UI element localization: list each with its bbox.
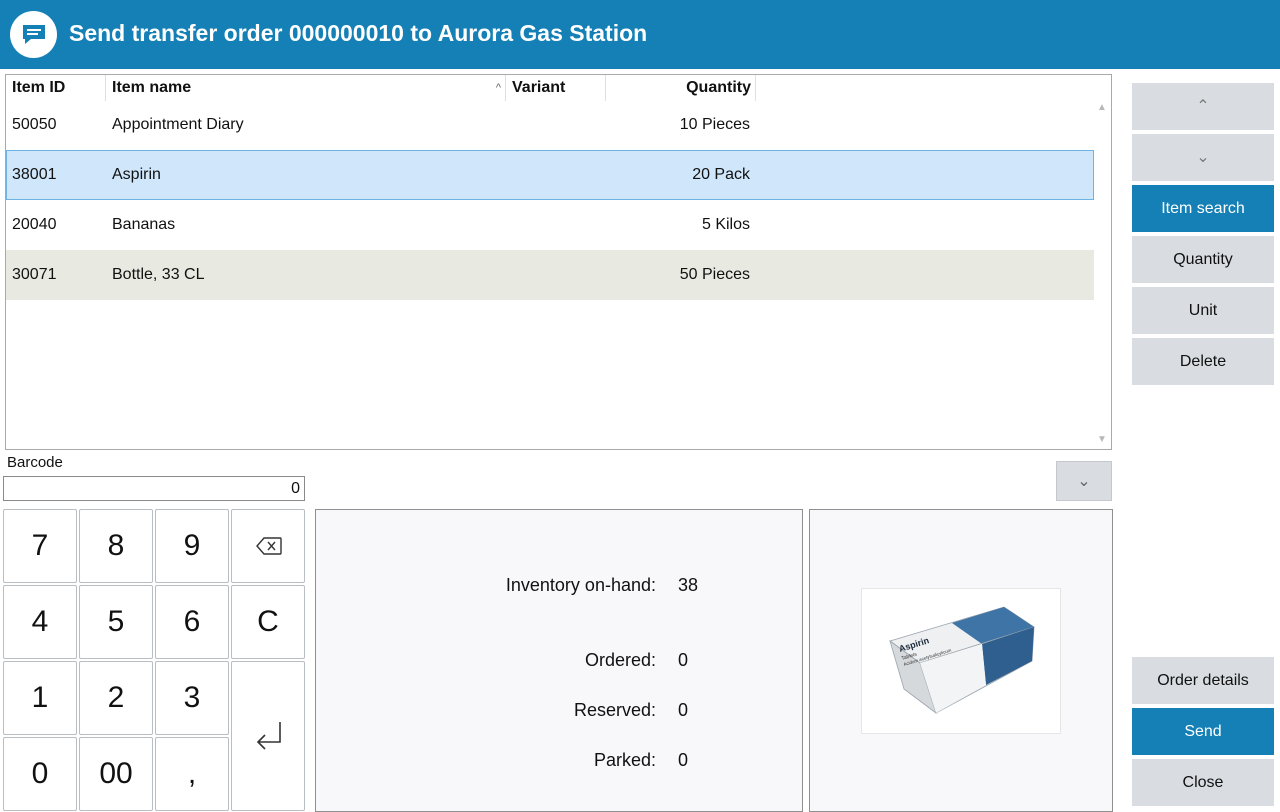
- item-search-button[interactable]: Item search: [1132, 185, 1274, 232]
- page-title: Send transfer order 000000010 to Aurora …: [69, 20, 648, 46]
- numpad-key-5[interactable]: 5: [79, 585, 153, 659]
- parked-label: Parked:: [593, 750, 656, 770]
- product-image-panel: Aspirin Tablets Acidum acetylsalicylicum: [809, 509, 1113, 812]
- barcode-input[interactable]: [3, 476, 305, 501]
- numpad-key-0[interactable]: 0: [3, 737, 77, 811]
- grid-header: Item ID Item name ^ Variant Quantity: [6, 75, 1111, 101]
- cell-item-id: 20040: [12, 216, 57, 233]
- numpad-key-3[interactable]: 3: [155, 661, 229, 735]
- numpad-key-4[interactable]: 4: [3, 585, 77, 659]
- column-header-item-name[interactable]: Item name ^: [106, 75, 506, 101]
- sort-ascending-icon: ^: [495, 82, 501, 94]
- numpad-backspace-button[interactable]: [231, 509, 305, 583]
- title-bar: Send transfer order 000000010 to Aurora …: [0, 0, 1280, 69]
- close-button[interactable]: Close: [1132, 759, 1274, 806]
- cell-quantity: 10 Pieces: [679, 116, 750, 133]
- scroll-up-button[interactable]: ⌃: [1132, 83, 1274, 130]
- cell-item-name: Appointment Diary: [112, 116, 244, 133]
- column-header-variant[interactable]: Variant: [506, 75, 606, 101]
- cell-item-id: 50050: [12, 116, 57, 133]
- enter-icon: [256, 722, 281, 750]
- delete-button[interactable]: Delete: [1132, 338, 1274, 385]
- column-header-item-id[interactable]: Item ID: [6, 75, 106, 101]
- backspace-icon: [256, 537, 282, 555]
- table-row[interactable]: 20040 Bananas 5 Kilos: [6, 200, 1094, 250]
- expand-button[interactable]: ⌄: [1056, 461, 1112, 501]
- cell-item-name: Aspirin: [112, 166, 161, 183]
- cell-quantity: 50 Pieces: [679, 266, 750, 283]
- chevron-up-icon: ⌃: [1196, 98, 1210, 115]
- ordered-value: 0: [678, 650, 689, 670]
- numpad-enter-button[interactable]: [231, 661, 305, 811]
- numpad-clear-button[interactable]: C: [231, 585, 305, 659]
- table-row-selected[interactable]: 38001 Aspirin 20 Pack: [6, 150, 1094, 200]
- parked-value: 0: [678, 750, 689, 770]
- numpad-key-8[interactable]: 8: [79, 509, 153, 583]
- cell-item-name: Bananas: [112, 216, 176, 233]
- numpad-key-2[interactable]: 2: [79, 661, 153, 735]
- chevron-down-icon: ⌄: [1077, 473, 1091, 490]
- barcode-label: Barcode: [7, 454, 63, 471]
- send-button[interactable]: Send: [1132, 708, 1274, 755]
- numpad-key-1[interactable]: 1: [3, 661, 77, 735]
- numpad-key-6[interactable]: 6: [155, 585, 229, 659]
- cell-item-id: 30071: [12, 266, 57, 283]
- chat-icon: [10, 11, 57, 58]
- scroll-down-icon[interactable]: ▼: [1097, 435, 1107, 445]
- inventory-on-hand-label: Inventory on-hand:: [505, 575, 656, 595]
- table-row[interactable]: 30071 Bottle, 33 CL 50 Pieces: [6, 250, 1094, 300]
- inventory-on-hand-value: 38: [678, 575, 699, 595]
- scroll-down-button[interactable]: ⌄: [1132, 134, 1274, 181]
- column-header-quantity[interactable]: Quantity: [606, 75, 756, 101]
- numpad-key-7[interactable]: 7: [3, 509, 77, 583]
- cell-item-name: Bottle, 33 CL: [112, 266, 205, 283]
- reserved-value: 0: [678, 700, 689, 720]
- cell-quantity: 5 Kilos: [701, 216, 750, 233]
- ordered-label: Ordered:: [584, 650, 656, 670]
- inventory-info-panel: Inventory on-hand: 38 Ordered: 0 Reserve…: [315, 509, 803, 812]
- cell-item-id: 38001: [12, 166, 57, 183]
- order-details-button[interactable]: Order details: [1132, 657, 1274, 704]
- reserved-label: Reserved:: [573, 700, 656, 720]
- scroll-up-icon[interactable]: ▲: [1097, 103, 1107, 113]
- unit-button[interactable]: Unit: [1132, 287, 1274, 334]
- table-row[interactable]: 50050 Appointment Diary 10 Pieces: [6, 100, 1094, 150]
- numpad-key-00[interactable]: 00: [79, 737, 153, 811]
- quantity-button[interactable]: Quantity: [1132, 236, 1274, 283]
- numpad-key-comma[interactable]: ,: [155, 737, 229, 811]
- cell-quantity: 20 Pack: [692, 166, 750, 183]
- order-lines-grid[interactable]: Item ID Item name ^ Variant Quantity 5005…: [5, 74, 1112, 450]
- chevron-down-icon: ⌄: [1196, 149, 1210, 166]
- product-image: Aspirin Tablets Acidum acetylsalicylicum: [861, 588, 1061, 734]
- numpad-key-9[interactable]: 9: [155, 509, 229, 583]
